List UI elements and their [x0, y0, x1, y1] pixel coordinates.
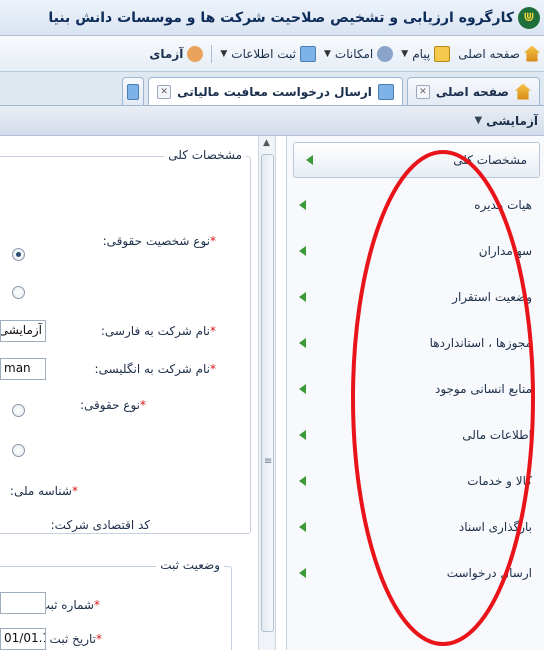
menu-bar: صفحه اصلی پیام ▼ امکانات ▼ ثبت اطلاعات ▼…: [0, 36, 544, 72]
user-icon: [187, 45, 204, 62]
play-arrow-icon: [306, 155, 313, 165]
name-fa-label: *نام شرکت به فارسی:: [100, 324, 216, 338]
economic-code-label: کد اقتصادی شرکت:: [50, 518, 150, 532]
nav-item-label: مجوزها ، استانداردها: [429, 336, 532, 350]
legal-person-type-radio-2[interactable]: [12, 286, 25, 299]
menu-messages-label: پیام: [412, 46, 431, 61]
title-bar: ⋓ کارگروه ارزیابی و تشخیص صلاحیت شرکت ها…: [0, 0, 544, 36]
play-arrow-icon: [299, 476, 306, 486]
legal-type-label: *نوع حقوقی:: [80, 398, 146, 412]
menu-facilities[interactable]: امکانات ▼: [324, 45, 394, 62]
menu-user-label: آزمای: [149, 46, 184, 61]
name-fa-input[interactable]: آزمایشی: [0, 320, 46, 342]
nav-item-licenses[interactable]: مجوزها ، استانداردها: [287, 320, 544, 366]
registration-legend: وضعیت ثبت: [156, 558, 224, 572]
chevron-down-icon: ▼: [401, 48, 409, 59]
nav-item-label: ارسال درخواست: [446, 566, 532, 580]
nav-item-label: بارگذاری اسناد: [458, 520, 532, 534]
breadcrumb: آزمایشی ▼: [0, 106, 544, 136]
legal-type-radio-2[interactable]: [12, 444, 25, 457]
play-arrow-icon: [299, 568, 306, 578]
close-icon[interactable]: ✕: [415, 84, 430, 99]
nav-item-label: منابع انسانی موجود: [434, 382, 532, 396]
tab-home[interactable]: صفحه اصلی ✕: [406, 77, 540, 105]
nav-item-upload[interactable]: بارگذاری اسناد: [287, 504, 544, 550]
general-fieldset: [0, 156, 251, 534]
reg-date-input[interactable]: 01/01.1: [0, 628, 46, 650]
play-arrow-icon: [299, 522, 306, 532]
menu-home[interactable]: صفحه اصلی: [458, 45, 540, 62]
nav-item-board[interactable]: هیات مدیره: [287, 182, 544, 228]
tabs-bar: صفحه اصلی ✕ ارسال درخواست معافیت مالیاتی…: [0, 72, 544, 106]
play-arrow-icon: [299, 384, 306, 394]
chevron-down-icon: ▼: [324, 48, 331, 59]
menu-register-label: ثبت اطلاعات: [231, 46, 296, 61]
tab-home-label: صفحه اصلی: [435, 84, 509, 99]
tools-icon: [377, 45, 394, 62]
menu-register[interactable]: ثبت اطلاعات ▼: [220, 45, 316, 62]
form-scrollbar[interactable]: ▲ ≡: [258, 136, 276, 650]
nav-item-location[interactable]: وضعیت استقرار: [287, 274, 544, 320]
side-navigation: مشخصات کلی هیات مدیره سهامداران وضعیت اس…: [286, 136, 544, 650]
menu-user[interactable]: آزمای: [149, 45, 204, 62]
nav-item-label: هیات مدیره: [474, 198, 532, 212]
name-en-label: *نام شرکت به انگلیسی:: [94, 362, 216, 376]
reg-number-input[interactable]: [0, 592, 46, 614]
close-icon[interactable]: ✕: [157, 84, 172, 99]
play-arrow-icon: [299, 200, 306, 210]
menu-facilities-label: امکانات: [334, 46, 374, 61]
chevron-down-icon: ▼: [220, 48, 228, 59]
scroll-thumb[interactable]: [261, 154, 274, 632]
window-title: کارگروه ارزیابی و تشخیص صلاحیت شرکت ها و…: [48, 9, 514, 26]
envelope-icon: [434, 45, 451, 62]
breadcrumb-title: آزمایشی: [486, 113, 538, 128]
play-arrow-icon: [299, 246, 306, 256]
scroll-up-icon[interactable]: ▲: [263, 138, 270, 148]
tab-tax-exemption-label: ارسال درخواست معافیت مالیاتی: [177, 84, 372, 99]
menu-home-label: صفحه اصلی: [458, 46, 520, 61]
nav-item-general[interactable]: مشخصات کلی: [293, 142, 540, 178]
app-logo-icon: ⋓: [518, 6, 540, 29]
home-icon: [515, 83, 531, 100]
play-arrow-icon: [299, 292, 306, 302]
national-id-label: *شناسه ملی:: [9, 484, 78, 498]
form-icon: [300, 45, 316, 62]
legal-person-type-label: *نوع شخصیت حقوقی:: [102, 234, 216, 248]
menu-separator: [211, 44, 213, 63]
nav-item-financial[interactable]: اطلاعات مالی: [287, 412, 544, 458]
nav-item-submit[interactable]: ارسال درخواست: [287, 550, 544, 596]
legal-type-radio-1[interactable]: [12, 404, 25, 417]
form-icon: [127, 83, 140, 100]
nav-item-label: مشخصات کلی: [453, 153, 527, 167]
chevron-down-icon[interactable]: ▼: [474, 115, 482, 126]
home-icon: [524, 45, 540, 62]
general-legend: مشخصات کلی: [164, 148, 246, 162]
play-arrow-icon: [299, 430, 306, 440]
tab-overflow[interactable]: [122, 77, 145, 105]
grip-icon: ≡: [264, 456, 273, 467]
nav-item-label: سهامداران: [478, 244, 532, 258]
nav-item-products[interactable]: کالا و خدمات: [287, 458, 544, 504]
name-en-input[interactable]: man: [0, 358, 46, 380]
nav-item-label: وضعیت استقرار: [452, 290, 532, 304]
menu-messages[interactable]: پیام ▼: [401, 45, 451, 62]
form-panel: مشخصات کلی *نوع شخصیت حقوقی: *نام شرکت ب…: [0, 136, 258, 650]
nav-item-label: اطلاعات مالی: [462, 428, 532, 442]
nav-item-label: کالا و خدمات: [467, 474, 532, 488]
nav-item-human-resources[interactable]: منابع انسانی موجود: [287, 366, 544, 412]
legal-person-type-radio-1[interactable]: [12, 248, 25, 261]
tab-tax-exemption[interactable]: ارسال درخواست معافیت مالیاتی ✕: [148, 77, 403, 105]
play-arrow-icon: [299, 338, 306, 348]
nav-item-shareholders[interactable]: سهامداران: [287, 228, 544, 274]
form-icon: [377, 83, 394, 100]
